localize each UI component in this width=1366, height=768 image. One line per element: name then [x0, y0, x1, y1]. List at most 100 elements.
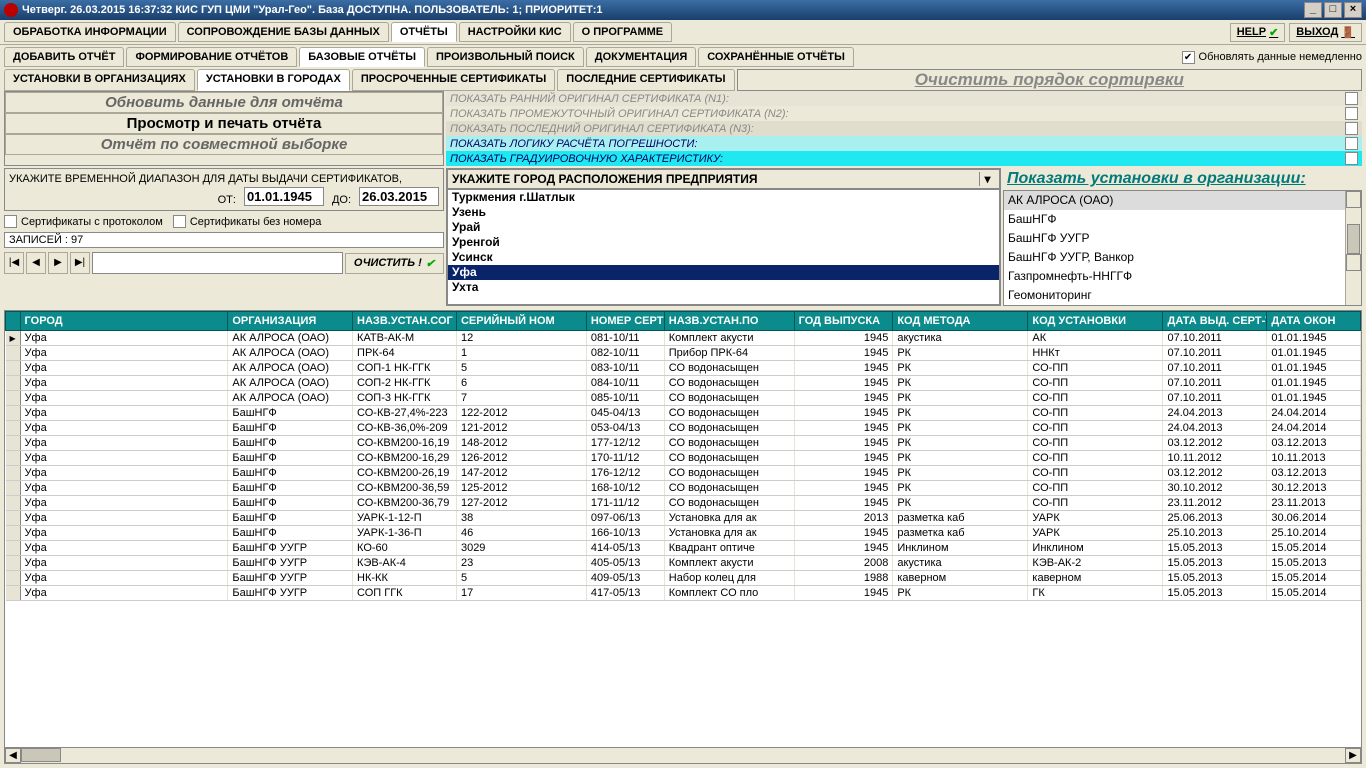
org-item[interactable]: БашНГФ УУГР, Ванкор [1004, 248, 1361, 267]
window-title: Четверг. 26.03.2015 16:37:32 КИС ГУП ЦМИ… [22, 4, 603, 16]
city-item[interactable]: Туркмения г.Шатлык [448, 190, 999, 205]
cert-option[interactable]: ПОКАЗАТЬ РАННИЙ ОРИГИНАЛ СЕРТИФИКАТА (N1… [446, 91, 1362, 106]
table-row[interactable]: УфаБашНГФ УУГРКО-603029414-05/13Квадрант… [6, 541, 1361, 556]
city-dropdown-header[interactable]: УКАЖИТЕ ГОРОД РАСПОЛОЖЕНИЯ ПРЕДПРИЯТИЯ▾ [447, 169, 1000, 189]
table-row[interactable]: УфаБашНГФ УУГРСОП ГГК17417-05/13Комплект… [6, 586, 1361, 601]
report-tab[interactable]: УСТАНОВКИ В ОРГАНИЗАЦИЯХ [4, 69, 195, 91]
sub-tab[interactable]: ПРОИЗВОЛЬНЫЙ ПОИСК [427, 47, 584, 67]
cert-option[interactable]: ПОКАЗАТЬ ЛОГИКУ РАСЧЁТА ПОГРЕШНОСТИ: [446, 136, 1362, 151]
table-row[interactable]: УфаБашНГФУАРК-1-12-П38097-06/13Установка… [6, 511, 1361, 526]
date-from-input[interactable] [244, 187, 324, 206]
table-row[interactable]: УфаБашНГФСО-КВМ200-26,19147-2012176-12/1… [6, 466, 1361, 481]
column-header[interactable]: КОД МЕТОДА [893, 312, 1028, 331]
joint-selection-button[interactable]: Отчёт по совместной выборке [5, 134, 443, 155]
cert-option-checkbox[interactable] [1345, 122, 1358, 135]
column-header[interactable] [6, 312, 21, 331]
table-row[interactable]: УфаБашНГФУАРК-1-36-П46166-10/13Установка… [6, 526, 1361, 541]
with-protocol-checkbox[interactable] [4, 215, 17, 228]
city-item[interactable]: Узень [448, 205, 999, 220]
without-number-checkbox[interactable] [173, 215, 186, 228]
table-row[interactable]: УфаАК АЛРОСА (ОАО)СОП-3 НК-ГГК7085-10/11… [6, 391, 1361, 406]
column-header[interactable]: ОРГАНИЗАЦИЯ [228, 312, 353, 331]
exit-button[interactable]: ВЫХОД🚪 [1289, 23, 1362, 42]
column-header[interactable]: НАЗВ.УСТАН.СОГ [353, 312, 457, 331]
cert-option-checkbox[interactable] [1345, 152, 1358, 165]
preview-print-button[interactable]: Просмотр и печать отчёта [5, 113, 443, 134]
table-row[interactable]: УфаБашНГФСО-КВМ200-16,19148-2012177-12/1… [6, 436, 1361, 451]
table-row[interactable]: УфаАК АЛРОСА (ОАО)СОП-1 НК-ГГК5083-10/11… [6, 361, 1361, 376]
sub-tab[interactable]: БАЗОВЫЕ ОТЧЁТЫ [299, 47, 425, 67]
nav-last-button[interactable]: ▶| [70, 252, 90, 274]
refresh-immediate-checkbox[interactable] [1182, 51, 1195, 64]
close-button[interactable]: × [1344, 2, 1362, 18]
app-icon [4, 3, 18, 17]
column-header[interactable]: НОМЕР СЕРТИФ [586, 312, 664, 331]
nav-next-button[interactable]: ▶ [48, 252, 68, 274]
horizontal-scrollbar[interactable]: ◀▶ [5, 747, 1361, 763]
city-item[interactable]: Усинск [448, 250, 999, 265]
cert-option-checkbox[interactable] [1345, 137, 1358, 150]
column-header[interactable]: ГОРОД [20, 312, 228, 331]
main-tab[interactable]: ОБРАБОТКА ИНФОРМАЦИИ [4, 22, 176, 42]
check-icon: ✔ [1269, 26, 1278, 39]
maximize-button[interactable]: □ [1324, 2, 1342, 18]
nav-prev-button[interactable]: ◀ [26, 252, 46, 274]
table-row[interactable]: УфаБашНГФСО-КВМ200-36,79127-2012171-11/1… [6, 496, 1361, 511]
city-item[interactable]: Уренгой [448, 235, 999, 250]
record-count: ЗАПИСЕЙ : 97 [4, 232, 444, 248]
org-item[interactable]: АК АЛРОСА (ОАО) [1004, 191, 1361, 210]
sub-tab[interactable]: СОХРАНЁННЫЕ ОТЧЁТЫ [698, 47, 854, 67]
city-item[interactable]: Ухта [448, 280, 999, 295]
column-header[interactable]: СЕРИЙНЫЙ НОМ [456, 312, 586, 331]
date-to-input[interactable] [359, 187, 439, 206]
org-item[interactable]: Газпромнефть-ННГГФ [1004, 267, 1361, 286]
refresh-report-button[interactable]: Обновить данные для отчёта [5, 92, 443, 113]
org-panel-caption: Показать установки в организации: [1003, 168, 1362, 190]
org-list[interactable]: АК АЛРОСА (ОАО)БашНГФБашНГФ УУГРБашНГФ У… [1003, 190, 1362, 306]
table-row[interactable]: УфаАК АЛРОСА (ОАО)КАТВ-АК-М12081-10/11Ко… [6, 331, 1361, 346]
nav-first-button[interactable]: |◀ [4, 252, 24, 274]
table-row[interactable]: УфаБашНГФСО-КВ-36,0%-209121-2012053-04/1… [6, 421, 1361, 436]
cert-option[interactable]: ПОКАЗАТЬ ПОСЛЕДНИЙ ОРИГИНАЛ СЕРТИФИКАТА … [446, 121, 1362, 136]
cert-option-checkbox[interactable] [1345, 92, 1358, 105]
city-item[interactable]: Урай [448, 220, 999, 235]
sub-tab[interactable]: ФОРМИРОВАНИЕ ОТЧЁТОВ [126, 47, 297, 67]
sub-tab[interactable]: ДОКУМЕНТАЦИЯ [586, 47, 697, 67]
help-button[interactable]: HELP✔ [1230, 23, 1286, 42]
data-grid[interactable]: ГОРОДОРГАНИЗАЦИЯНАЗВ.УСТАН.СОГСЕРИЙНЫЙ Н… [4, 310, 1362, 764]
column-header[interactable]: НАЗВ.УСТАН.ПО [664, 312, 794, 331]
table-row[interactable]: УфаБашНГФСО-КВМ200-36,59125-2012168-10/1… [6, 481, 1361, 496]
column-header[interactable]: ДАТА ОКОН [1267, 312, 1361, 331]
table-row[interactable]: УфаАК АЛРОСА (ОАО)СОП-2 НК-ГГК6084-10/11… [6, 376, 1361, 391]
column-header[interactable]: ДАТА ВЫД. СЕРТ-ТА [1163, 312, 1267, 331]
org-scrollbar[interactable] [1345, 191, 1361, 305]
minimize-button[interactable]: _ [1304, 2, 1322, 18]
cert-option[interactable]: ПОКАЗАТЬ ПРОМЕЖУТОЧНЫЙ ОРИГИНАЛ СЕРТИФИК… [446, 106, 1362, 121]
column-header[interactable]: ГОД ВЫПУСКА [794, 312, 893, 331]
search-input[interactable] [92, 252, 343, 274]
main-tab[interactable]: О ПРОГРАММЕ [573, 22, 672, 42]
org-item[interactable]: БашНГФ [1004, 210, 1361, 229]
main-tab[interactable]: СОПРОВОЖДЕНИЕ БАЗЫ ДАННЫХ [178, 22, 389, 42]
main-tab[interactable]: ОТЧЁТЫ [391, 22, 457, 42]
chevron-down-icon: ▾ [979, 172, 995, 186]
table-row[interactable]: УфаБашНГФ УУГРКЭВ-АК-423405-05/13Комплек… [6, 556, 1361, 571]
table-row[interactable]: УфаБашНГФ УУГРНК-КК5409-05/13Набор колец… [6, 571, 1361, 586]
sub-tab[interactable]: ДОБАВИТЬ ОТЧЁТ [4, 47, 124, 67]
report-tab[interactable]: ПОСЛЕДНИЕ СЕРТИФИКАТЫ [557, 69, 734, 91]
report-tab[interactable]: ПРОСРОЧЕННЫЕ СЕРТИФИКАТЫ [352, 69, 555, 91]
city-list[interactable]: Туркмения г.ШатлыкУзеньУрайУренгойУсинск… [447, 189, 1000, 305]
main-tab[interactable]: НАСТРОЙКИ КИС [459, 22, 571, 42]
cert-option-checkbox[interactable] [1345, 107, 1358, 120]
org-item[interactable]: Геомониторинг [1004, 286, 1361, 305]
city-item[interactable]: Уфа [448, 265, 999, 280]
org-item[interactable]: БашНГФ УУГР [1004, 229, 1361, 248]
table-row[interactable]: УфаАК АЛРОСА (ОАО)ПРК-641082-10/11Прибор… [6, 346, 1361, 361]
table-row[interactable]: УфаБашНГФСО-КВ-27,4%-223122-2012045-04/1… [6, 406, 1361, 421]
report-tab[interactable]: УСТАНОВКИ В ГОРОДАХ [197, 69, 350, 91]
cert-option[interactable]: ПОКАЗАТЬ ГРАДУИРОВОЧНУЮ ХАРАКТЕРИСТИКУ: [446, 151, 1362, 166]
clear-button[interactable]: ОЧИСТИТЬ !✔ [345, 253, 444, 274]
column-header[interactable]: КОД УСТАНОВКИ [1028, 312, 1163, 331]
clear-sort-button[interactable]: Очистить порядок сортирвки [737, 69, 1362, 91]
table-row[interactable]: УфаБашНГФСО-КВМ200-16,29126-2012170-11/1… [6, 451, 1361, 466]
